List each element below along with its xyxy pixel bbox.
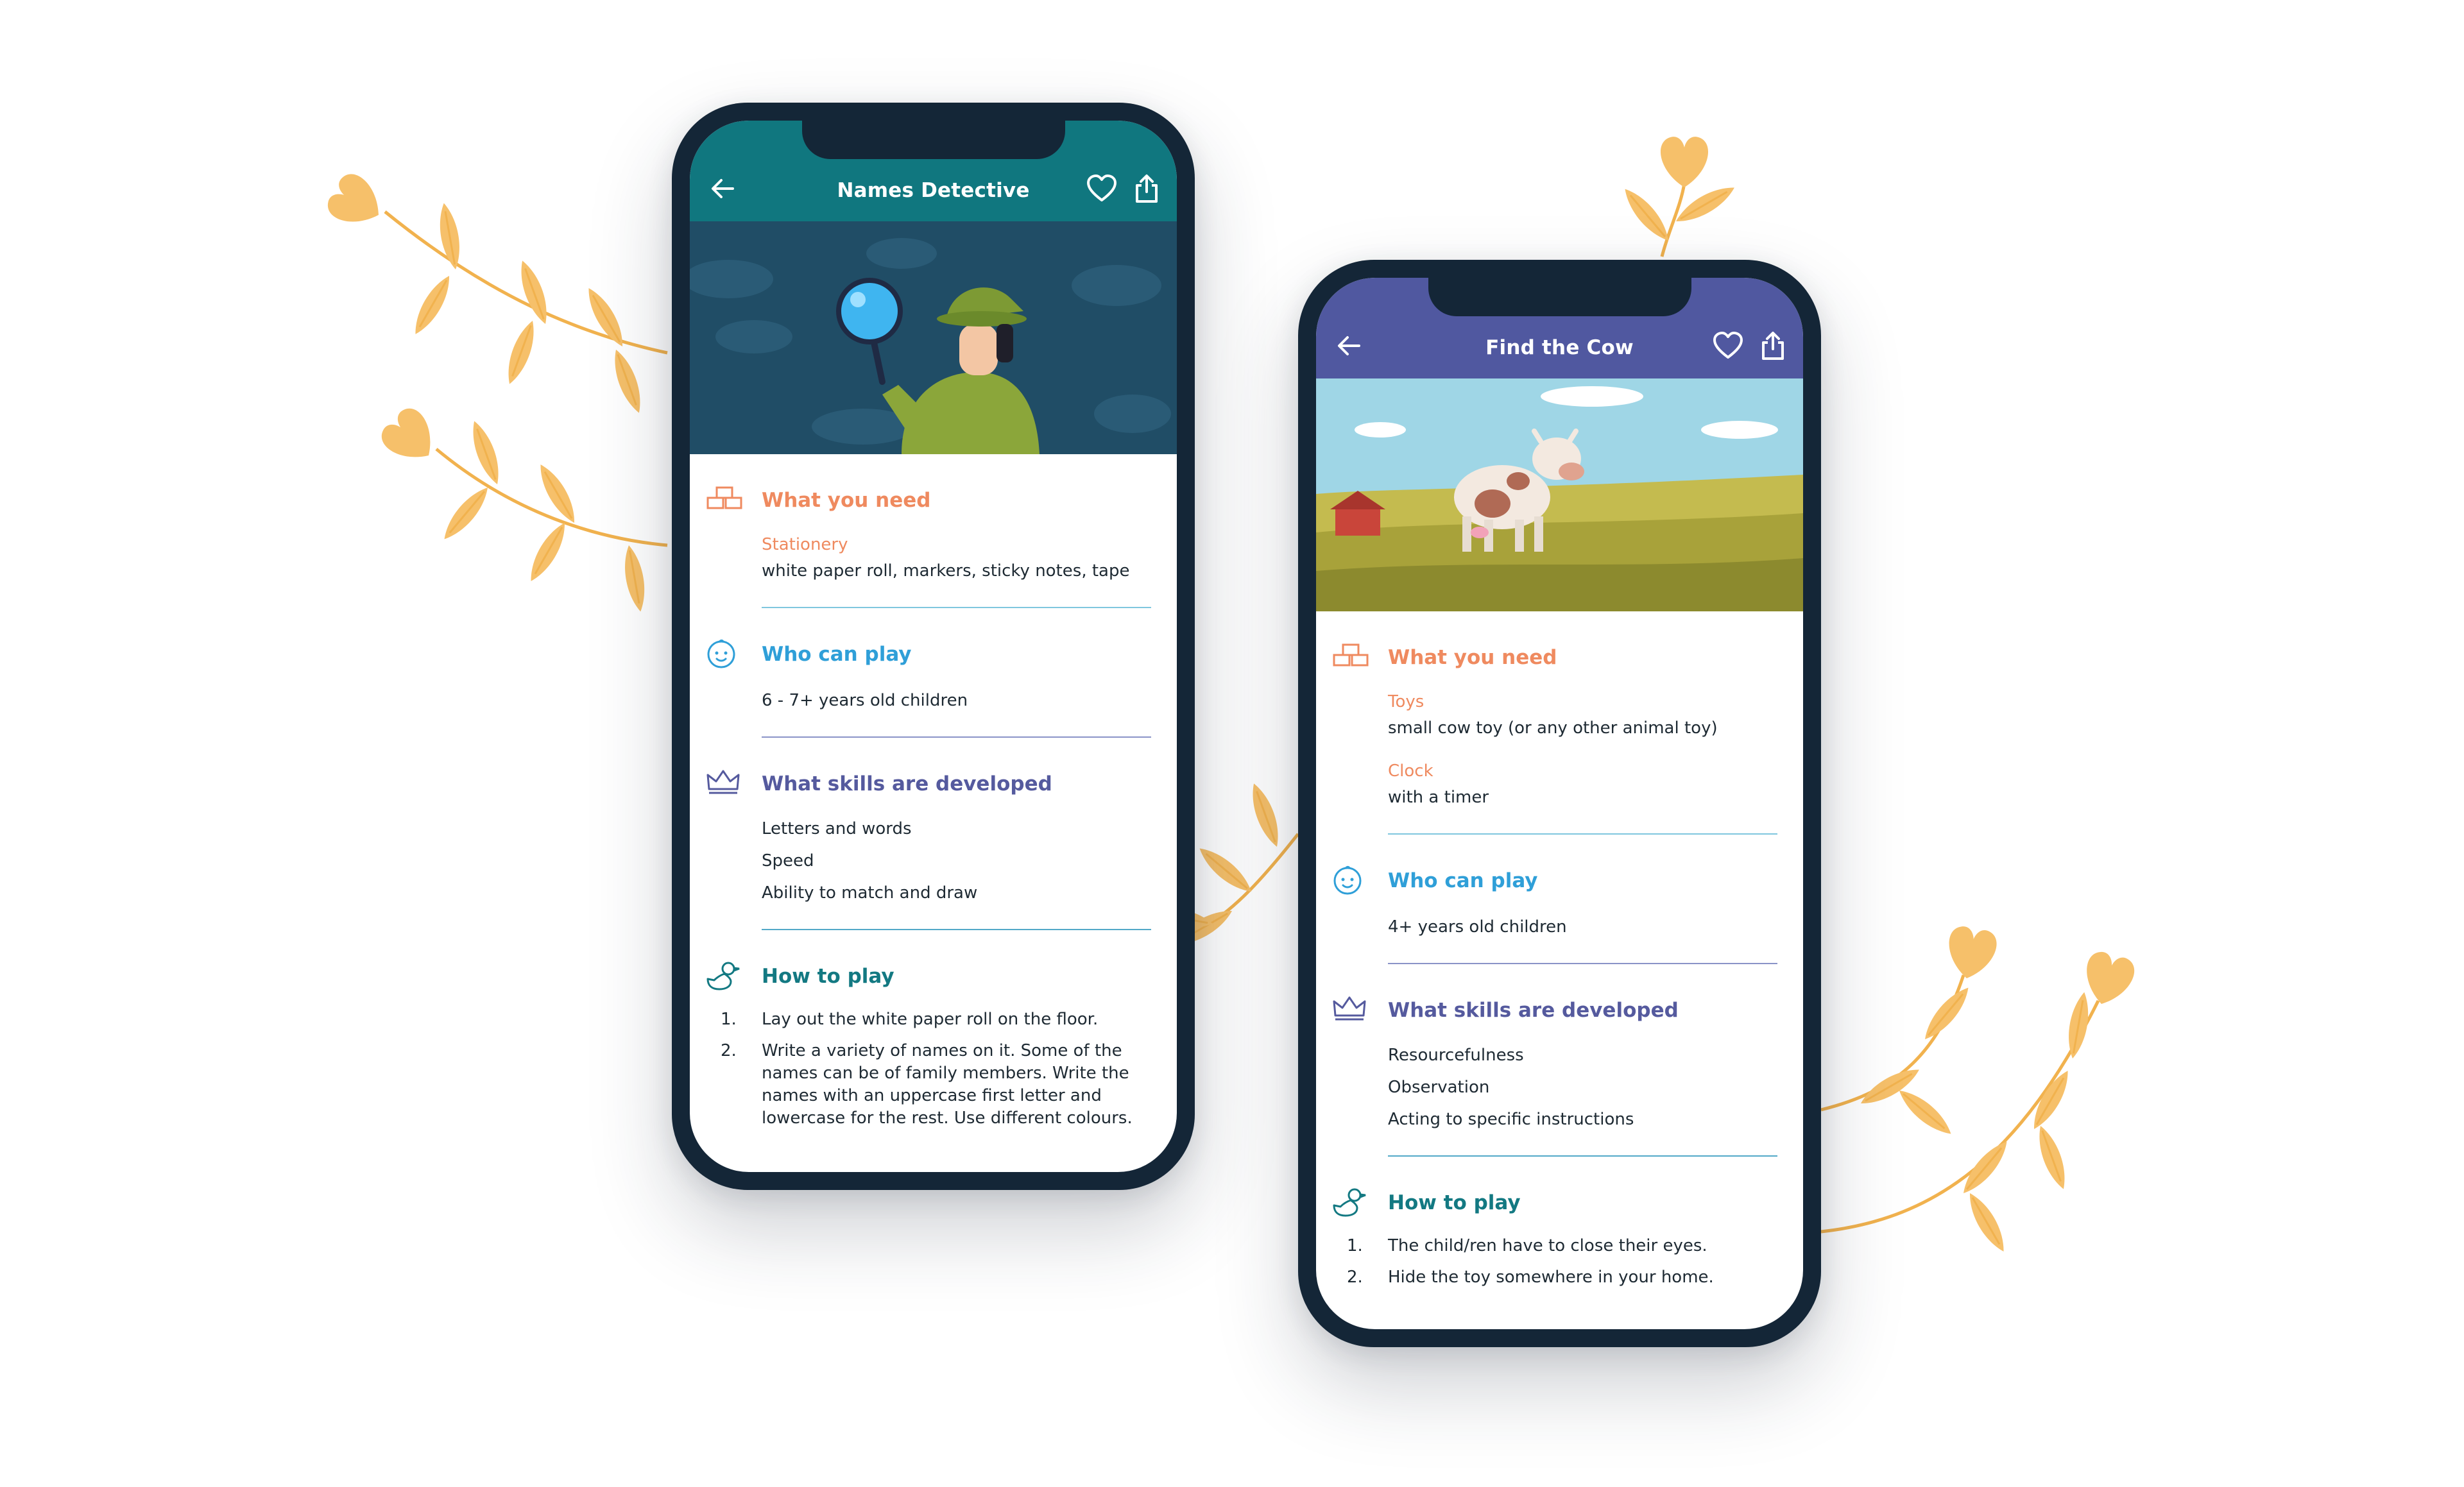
- rubber-duck-icon: [1331, 1186, 1370, 1217]
- step-item: 1. The child/ren have to close their eyes…: [1347, 1235, 1777, 1257]
- phone-names-detective: Names Detective What you need Stationery…: [672, 103, 1195, 1190]
- section-skills: What skills are developed Letters and wo…: [690, 738, 1177, 930]
- item-label: Clock: [1388, 761, 1433, 781]
- leaf-branches-decoration: [323, 137, 2138, 1257]
- section-who-can-play: Who can play 4+ years old children: [1316, 835, 1803, 964]
- step-number: 2.: [721, 1041, 737, 1060]
- step-item: 2. Write a variety of names on it. Some o…: [721, 1040, 1151, 1130]
- step-number: 2.: [1347, 1268, 1363, 1287]
- hero-illustration-detective: [690, 221, 1177, 454]
- page-title: Find the Cow: [1485, 336, 1634, 359]
- heart-icon[interactable]: [1083, 170, 1120, 207]
- item-label: Toys: [1388, 692, 1425, 711]
- step-text: Hide the toy somewhere in your home.: [1388, 1268, 1714, 1287]
- section-who-can-play: Who can play 6 - 7+ years old children: [690, 608, 1177, 738]
- rubber-duck-icon: [705, 960, 744, 990]
- step-text: The child/ren have to close their eyes.: [1388, 1236, 1707, 1255]
- leaf-branch-lower-right: [1820, 924, 2138, 1257]
- phone-notch: [1428, 278, 1691, 316]
- step-text: Lay out the white paper roll on the floo…: [762, 1010, 1099, 1029]
- leaf-branch-top-right: [1617, 137, 1740, 257]
- leaf-branch-upper-left: [323, 169, 668, 417]
- item-text: with a timer: [1388, 788, 1489, 807]
- section-how-to-play: How to play 1. The child/ren have to clos…: [1316, 1157, 1803, 1289]
- arrow-left-icon[interactable]: [704, 170, 741, 207]
- step-text: Write a variety of names on it. Some of …: [762, 1041, 1133, 1128]
- skill-item: Ability to match and draw: [762, 883, 978, 903]
- steps-list: 1. Lay out the white paper roll on the fl…: [721, 1008, 1151, 1130]
- age-text: 4+ years old children: [1388, 917, 1567, 937]
- section-what-you-need: What you need Toys small cow toy (or any…: [1316, 611, 1803, 835]
- leaf-branch-middle-left: [376, 403, 668, 615]
- steps-list: 1. The child/ren have to close their eyes…: [1347, 1235, 1777, 1289]
- activity-details: What you need Stationery white paper rol…: [690, 454, 1177, 1139]
- heart-icon[interactable]: [1709, 327, 1747, 364]
- section-title: Who can play: [762, 643, 912, 666]
- crown-icon: [1331, 994, 1370, 1024]
- phone-screen: Find the Cow What you need Toys small co…: [1316, 278, 1803, 1329]
- age-text: 6 - 7+ years old children: [762, 691, 968, 710]
- section-title: What skills are developed: [762, 772, 1052, 795]
- phone-find-the-cow: Find the Cow What you need Toys small co…: [1298, 260, 1821, 1347]
- step-item: 2. Hide the toy somewhere in your home.: [1347, 1266, 1777, 1289]
- baby-face-icon: [1331, 864, 1370, 895]
- skill-item: Observation: [1388, 1078, 1490, 1097]
- item-text: small cow toy (or any other animal toy): [1388, 718, 1718, 738]
- activity-details: What you need Toys small cow toy (or any…: [1316, 611, 1803, 1298]
- section-how-to-play: How to play 1. Lay out the white paper ro…: [690, 930, 1177, 1130]
- share-icon[interactable]: [1754, 327, 1792, 364]
- section-title: What skills are developed: [1388, 999, 1679, 1022]
- section-title: How to play: [1388, 1191, 1521, 1214]
- skill-item: Letters and words: [762, 819, 912, 838]
- item-text: white paper roll, markers, sticky notes,…: [762, 561, 1130, 581]
- section-what-you-need: What you need Stationery white paper rol…: [690, 454, 1177, 608]
- page-title: Names Detective: [837, 179, 1030, 202]
- skill-item: Speed: [762, 851, 814, 871]
- step-item: 1. Lay out the white paper roll on the fl…: [721, 1008, 1151, 1031]
- phone-screen: Names Detective What you need Stationery…: [690, 121, 1177, 1172]
- skill-item: Acting to specific instructions: [1388, 1110, 1634, 1129]
- crown-icon: [705, 767, 744, 798]
- section-title: How to play: [762, 965, 894, 988]
- step-number: 1.: [721, 1010, 737, 1029]
- section-title: What you need: [762, 489, 931, 512]
- bricks-icon: [1331, 641, 1370, 672]
- phone-notch: [801, 121, 1065, 159]
- step-number: 1.: [1347, 1236, 1363, 1255]
- section-skills: What skills are developed Resourcefulnes…: [1316, 964, 1803, 1157]
- section-title: Who can play: [1388, 869, 1538, 892]
- bricks-icon: [705, 484, 744, 514]
- arrow-left-icon[interactable]: [1330, 327, 1367, 364]
- baby-face-icon: [705, 638, 744, 668]
- skill-item: Resourcefulness: [1388, 1046, 1524, 1065]
- section-title: What you need: [1388, 646, 1557, 669]
- hero-illustration-cow: [1316, 378, 1803, 611]
- item-label: Stationery: [762, 535, 848, 554]
- share-icon[interactable]: [1128, 170, 1165, 207]
